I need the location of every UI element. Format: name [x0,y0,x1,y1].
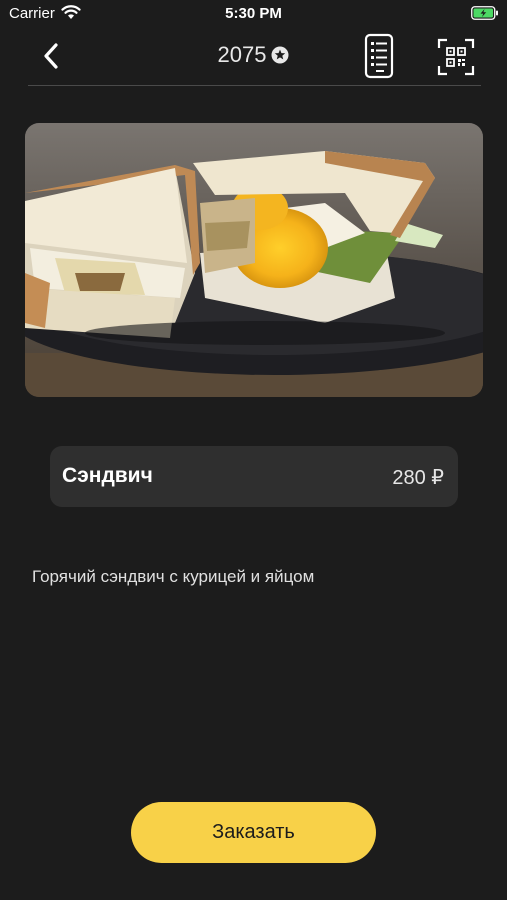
status-bar: Carrier 5:30 PM [0,0,507,28]
product-name: Сэндвич [62,464,153,487]
product-description: Горячий сэндвич с курицей и яйцом [32,567,315,586]
battery-charging-icon [471,6,498,20]
status-time: 5:30 PM [225,5,282,22]
star-circle-icon [271,46,289,64]
product-price: 280 ₽ [392,467,444,489]
points-value: 2075 [217,42,267,67]
sandwich-photo [25,123,483,397]
points-balance: 2075 [0,42,507,68]
order-button[interactable]: Заказать [131,802,376,863]
menu-list-icon[interactable] [364,33,396,79]
product-card: Сэндвич 280 ₽ [50,446,458,507]
header-divider [28,85,481,86]
qr-scan-icon[interactable] [437,38,475,76]
header: 2075 [0,30,507,84]
product-image [25,123,483,397]
order-button-label: Заказать [212,821,295,843]
